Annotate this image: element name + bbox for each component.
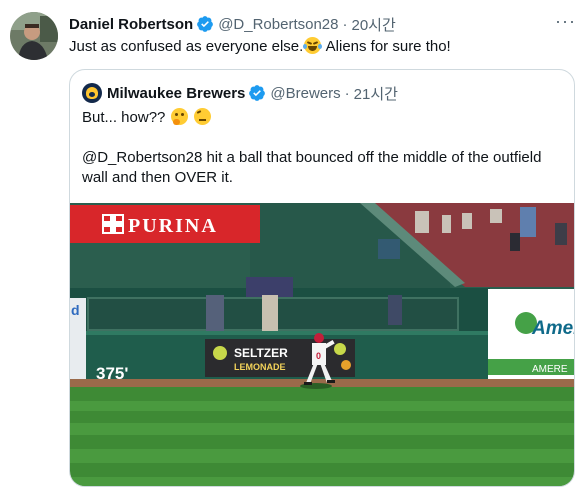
purina-sign-text: PURINA bbox=[128, 215, 218, 237]
quoted-tweet-header: Milwaukee Brewers @Brewers · 21시간 bbox=[82, 82, 398, 104]
tweet[interactable]: Daniel Robertson @D_Robertson28 · 20시간 ·… bbox=[0, 0, 586, 497]
quoted-tweet-time[interactable]: 21시간 bbox=[354, 83, 398, 104]
quoted-author-handle[interactable]: @Brewers bbox=[270, 85, 340, 102]
seltzer-ad-text: SELTZER bbox=[234, 346, 288, 360]
quoted-author-name[interactable]: Milwaukee Brewers bbox=[107, 85, 245, 102]
tweet-header: Daniel Robertson @D_Robertson28 · 20시간 bbox=[69, 13, 396, 35]
separator-dot: · bbox=[344, 84, 350, 102]
author-handle[interactable]: @D_Robertson28 bbox=[218, 16, 338, 33]
author-avatar[interactable] bbox=[10, 12, 58, 60]
more-options-icon[interactable]: ··· bbox=[555, 11, 576, 32]
quoted-tweet[interactable]: Milwaukee Brewers @Brewers · 21시간 But...… bbox=[69, 69, 575, 487]
quoted-tweet-text: But... how?? @D_Robertson28 hit a ball t… bbox=[82, 108, 562, 188]
brewers-logo-icon[interactable] bbox=[82, 83, 102, 103]
author-name[interactable]: Daniel Robertson bbox=[69, 16, 193, 33]
tears-of-joy-emoji-icon bbox=[303, 37, 323, 54]
verified-badge-icon bbox=[197, 16, 214, 32]
bullpen-person bbox=[262, 295, 278, 331]
verified-badge-icon bbox=[249, 85, 266, 101]
ameren-sign-subtext: AMERE bbox=[532, 364, 568, 375]
quoted-line-2: @D_Robertson28 hit a ball that bounced o… bbox=[82, 149, 542, 166]
ballpark-scene: PURINA Amer AMERE d bbox=[70, 203, 575, 486]
small-sign bbox=[246, 277, 293, 297]
quoted-line-3: wall and then OVER it. bbox=[82, 169, 233, 186]
raised-eyebrow-emoji-icon bbox=[193, 108, 211, 125]
video-thumbnail[interactable]: PURINA Amer AMERE d bbox=[70, 203, 575, 486]
tweet-text-part-2: Aliens for sure tho! bbox=[322, 38, 451, 55]
tweet-time[interactable]: 20시간 bbox=[351, 14, 395, 35]
quoted-line-1-text: But... how?? bbox=[82, 109, 170, 126]
tweet-text-part-1: Just as confused as everyone else. bbox=[69, 38, 304, 55]
player-number: 0 bbox=[316, 351, 321, 361]
thinking-face-emoji-icon bbox=[170, 108, 188, 125]
wall-letter: d bbox=[71, 302, 80, 318]
bullpen-person bbox=[206, 295, 224, 331]
seltzer-ad-subtext: LEMONADE bbox=[234, 362, 286, 372]
tweet-text: Just as confused as everyone else. Alien… bbox=[69, 37, 451, 57]
ameren-sign-text: Amer bbox=[531, 318, 575, 339]
quoted-line-1: But... how?? bbox=[82, 108, 562, 128]
separator-dot: · bbox=[342, 15, 348, 33]
avatar-photo bbox=[10, 12, 58, 60]
